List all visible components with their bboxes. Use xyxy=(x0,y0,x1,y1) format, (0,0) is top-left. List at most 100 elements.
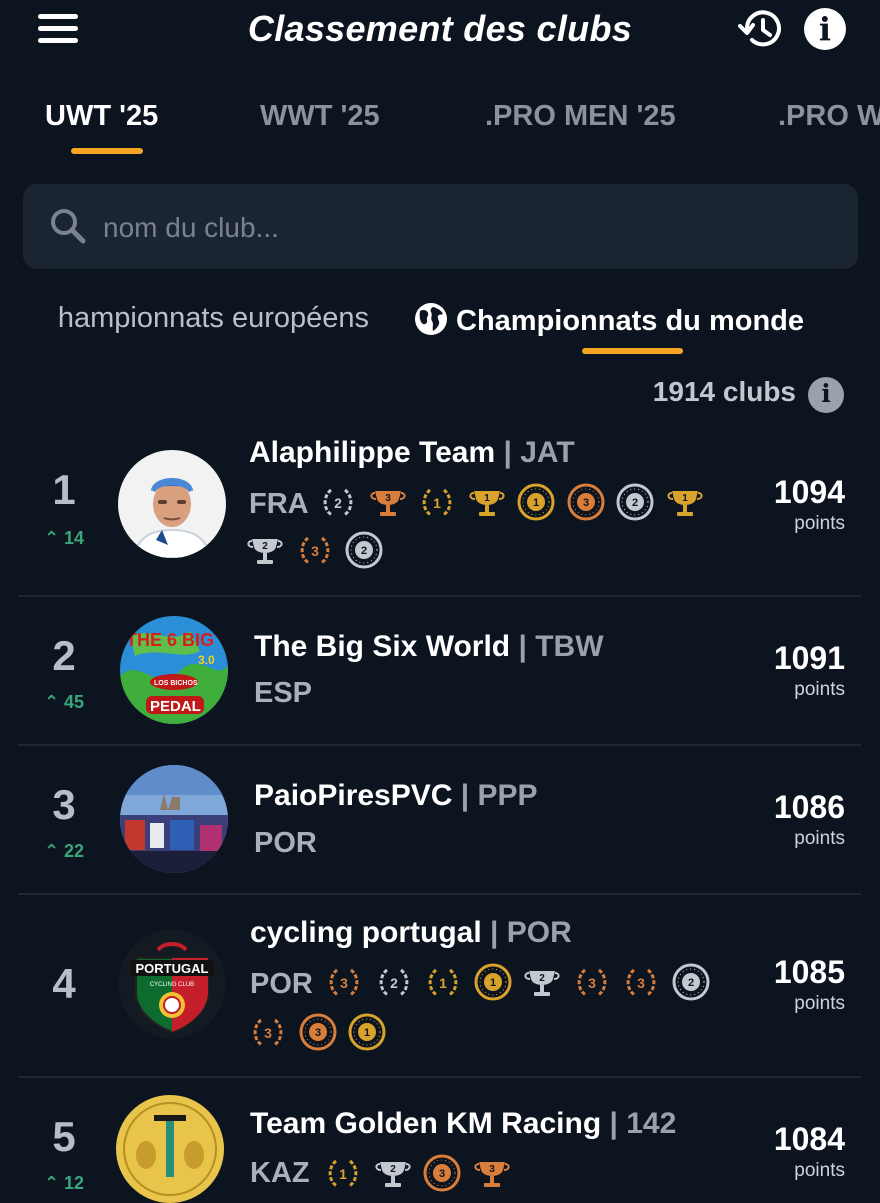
rank: 4 xyxy=(52,960,76,1007)
trophy-icon: 3 xyxy=(369,491,406,516)
laurel-icon: 3 xyxy=(577,968,606,997)
points-value: 1086 xyxy=(773,789,845,825)
active-tab-indicator xyxy=(71,148,143,154)
club-country: POR xyxy=(254,827,317,859)
info-icon[interactable]: i xyxy=(804,8,846,50)
club-code: | PPP xyxy=(460,779,538,812)
logo-title: PORTUGAL xyxy=(136,961,209,976)
points-label: points xyxy=(794,993,845,1014)
svg-text:3: 3 xyxy=(637,975,645,991)
rank: 1 xyxy=(52,466,76,513)
club-code: | JAT xyxy=(503,436,575,469)
rank-change: ⌃ 22 xyxy=(43,841,85,861)
medals: 2 3 2 xyxy=(245,530,665,570)
rank-change: ⌃ 45 xyxy=(43,692,85,712)
club-country: KAZ xyxy=(250,1157,310,1189)
svg-text:2: 2 xyxy=(262,541,268,552)
club-name: Alaphilippe Team | JAT xyxy=(249,436,575,469)
wheel-medal-icon: 3 xyxy=(423,1154,461,1192)
svg-text:3: 3 xyxy=(311,543,319,559)
club-name: PaioPiresPVC | PPP xyxy=(254,779,538,812)
medals: 3 2 1 1 2 3 3 2 xyxy=(324,962,744,1002)
tab-world-championships[interactable]: Championnats du monde xyxy=(414,302,804,338)
club-avatar xyxy=(116,1095,224,1203)
tab-wwt[interactable]: WWT '25 xyxy=(260,100,380,133)
svg-text:2: 2 xyxy=(687,977,693,989)
svg-text:1: 1 xyxy=(433,495,441,511)
club-row[interactable]: 4 PORTUGAL CYCLING CLUB cycling portugal… xyxy=(18,894,861,1076)
club-row[interactable]: 3 ⌃ 22 PaioPiresPVC | PPP POR 1086 point… xyxy=(18,745,861,893)
svg-text:1: 1 xyxy=(339,1166,347,1182)
laurel-icon: 2 xyxy=(379,968,408,997)
clubs-count-info-icon[interactable]: i xyxy=(808,377,844,413)
svg-text:1: 1 xyxy=(489,977,495,989)
championship-tabs: hampionnats européens Championnats du mo… xyxy=(0,292,880,362)
club-country: FRA xyxy=(249,488,309,520)
club-points: 1094 points xyxy=(774,474,845,535)
svg-text:3: 3 xyxy=(582,497,588,509)
svg-text:2: 2 xyxy=(334,495,342,511)
search-input[interactable] xyxy=(101,184,805,271)
points-value: 1085 xyxy=(773,954,845,990)
club-name: cycling portugal | POR xyxy=(250,916,572,949)
wheel-medal-icon: 2 xyxy=(345,531,383,569)
rank-change: ⌃ 12 xyxy=(43,1173,85,1193)
wheel-medal-icon: 3 xyxy=(299,1013,336,1051)
laurel-icon: 1 xyxy=(328,1159,358,1188)
club-name: Team Golden KM Racing | 142 xyxy=(250,1107,677,1140)
logo-pedal-text: PEDAL xyxy=(150,698,201,715)
points-label: points xyxy=(794,679,845,700)
svg-text:1: 1 xyxy=(533,497,539,509)
club-country: POR xyxy=(250,968,313,1000)
medals: 3 3 1 xyxy=(248,1012,668,1052)
trophy-icon: 2 xyxy=(374,1162,411,1187)
wheel-medal-icon: 1 xyxy=(348,1013,386,1051)
svg-text:3: 3 xyxy=(439,1168,445,1180)
club-name: The Big Six World | TBW xyxy=(254,630,604,663)
trophy-icon: 1 xyxy=(468,491,505,516)
tab-european-championships[interactable]: hampionnats européens xyxy=(58,302,369,335)
svg-text:2: 2 xyxy=(390,1164,396,1175)
tab-pro-men[interactable]: .PRO MEN '25 xyxy=(485,100,676,133)
trophy-icon: 3 xyxy=(473,1162,510,1187)
points-label: points xyxy=(794,828,845,849)
club-code: | 142 xyxy=(609,1107,677,1140)
svg-text:1: 1 xyxy=(439,975,447,991)
wheel-medal-icon: 1 xyxy=(474,963,511,1001)
club-avatar: PORTUGAL CYCLING CLUB xyxy=(118,930,226,1038)
logo-subtitle: CYCLING CLUB xyxy=(150,982,194,988)
medals: 2 3 1 1 1 3 2 1 xyxy=(318,482,738,522)
search-icon xyxy=(51,209,86,244)
club-row[interactable]: 2 ⌃ 45 THE 6 BIG 3.0 LOS BICHOS PEDAL Th… xyxy=(18,596,861,744)
club-points: 1085 points xyxy=(774,954,845,1015)
club-row[interactable]: 1 ⌃ 14 Alaphilippe Team | JAT FRA 2 3 1 1 1 3… xyxy=(18,430,861,595)
globe-icon xyxy=(415,303,447,335)
wheel-medal-icon: 2 xyxy=(616,483,654,521)
points-value: 1084 xyxy=(773,1121,845,1157)
laurel-icon: 1 xyxy=(422,488,452,517)
points-label: points xyxy=(794,513,845,534)
club-avatar: THE 6 BIG 3.0 LOS BICHOS PEDAL xyxy=(120,616,228,724)
laurel-icon: 2 xyxy=(323,488,353,517)
svg-text:3: 3 xyxy=(385,493,391,504)
trophy-icon: 1 xyxy=(666,491,703,516)
svg-text:3: 3 xyxy=(340,975,348,991)
svg-text:3: 3 xyxy=(489,1164,495,1175)
club-points: 1086 points xyxy=(774,789,845,850)
tab-pro-women[interactable]: .PRO W xyxy=(778,100,880,133)
category-tabs: UWT '25 WWT '25 .PRO MEN '25 .PRO W xyxy=(0,90,880,160)
svg-text:2: 2 xyxy=(361,545,367,557)
club-country: ESP xyxy=(254,677,313,709)
laurel-icon: 3 xyxy=(329,968,359,997)
history-icon[interactable] xyxy=(738,6,784,52)
club-points: 1084 points xyxy=(774,1121,845,1182)
wheel-medal-icon: 1 xyxy=(517,483,555,521)
club-row[interactable]: 5 ⌃ 12 Team Golden KM Racing | 142 KAZ 1… xyxy=(18,1077,861,1203)
svg-text:2: 2 xyxy=(632,497,638,509)
rank-change: ⌃ 14 xyxy=(43,528,85,548)
tab-uwt[interactable]: UWT '25 xyxy=(45,100,158,133)
club-avatar xyxy=(120,765,228,873)
laurel-icon: 3 xyxy=(253,1018,283,1047)
club-code: | TBW xyxy=(518,630,604,663)
svg-text:2: 2 xyxy=(390,975,398,991)
